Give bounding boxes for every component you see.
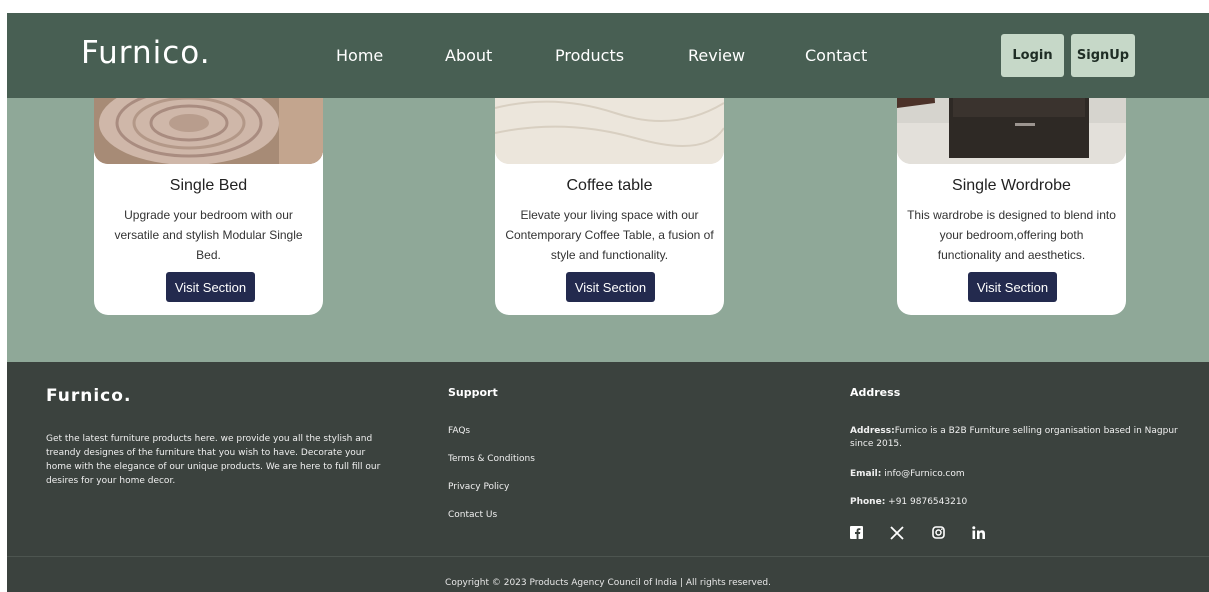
footer-link-contact[interactable]: Contact Us <box>448 510 497 520</box>
linkedin-icon[interactable] <box>972 526 986 543</box>
email-line: Email: info@Furnico.com <box>850 468 1180 481</box>
x-icon[interactable] <box>890 526 904 544</box>
footer-brand: Furnico. <box>46 386 132 406</box>
footer-divider <box>7 556 1209 557</box>
copyright-text: Copyright © 2023 Products Agency Council… <box>445 578 771 588</box>
card-title: Single Bed <box>169 177 248 194</box>
facebook-icon[interactable] <box>850 526 863 543</box>
page-frame: Single Bed Upgrade your bedroom with our… <box>7 13 1209 592</box>
top-navbar: Furnico. Home About Products Review Cont… <box>7 13 1209 98</box>
footer-link-faqs[interactable]: FAQs <box>448 426 470 436</box>
instagram-icon[interactable] <box>932 526 945 543</box>
visit-section-button[interactable]: Visit Section <box>166 272 255 302</box>
address-text: Furnico is a B2B Furniture selling organ… <box>850 426 1178 449</box>
card-description: Upgrade your bedroom with our versatile … <box>114 208 303 262</box>
login-button[interactable]: Login <box>1001 34 1064 77</box>
visit-section-button[interactable]: Visit Section <box>968 272 1057 302</box>
footer-link-privacy[interactable]: Privacy Policy <box>448 482 509 492</box>
visit-section-button[interactable]: Visit Section <box>566 272 655 302</box>
site-footer: Furnico. Get the latest furniture produc… <box>7 362 1209 592</box>
card-title: Coffee table <box>566 177 653 194</box>
footer-about-text: Get the latest furniture products here. … <box>46 434 381 486</box>
card-title: Single Wordrobe <box>952 177 1071 194</box>
nav-contact-link[interactable]: Contact <box>805 46 867 65</box>
brand-logo[interactable]: Furnico. <box>81 35 211 71</box>
signup-button[interactable]: SignUp <box>1071 34 1135 77</box>
nav-home-link[interactable]: Home <box>336 46 383 65</box>
phone-label: Phone: <box>850 497 886 507</box>
footer-link-terms[interactable]: Terms & Conditions <box>448 454 535 464</box>
phone-value: +91 9876543210 <box>885 497 968 507</box>
support-heading: Support <box>448 386 498 399</box>
phone-line: Phone: +91 9876543210 <box>850 496 1180 509</box>
address-label: Address: <box>850 426 895 436</box>
nav-products-link[interactable]: Products <box>555 46 624 65</box>
address-heading: Address <box>850 386 901 399</box>
email-value[interactable]: info@Furnico.com <box>881 469 964 479</box>
nav-about-link[interactable]: About <box>445 46 492 65</box>
card-description: This wardrobe is designed to blend into … <box>907 208 1116 262</box>
card-description: Elevate your living space with our Conte… <box>505 208 714 262</box>
email-label: Email: <box>850 469 882 479</box>
address-line: Address:Furnico is a B2B Furniture selli… <box>850 425 1180 451</box>
nav-review-link[interactable]: Review <box>688 46 745 65</box>
